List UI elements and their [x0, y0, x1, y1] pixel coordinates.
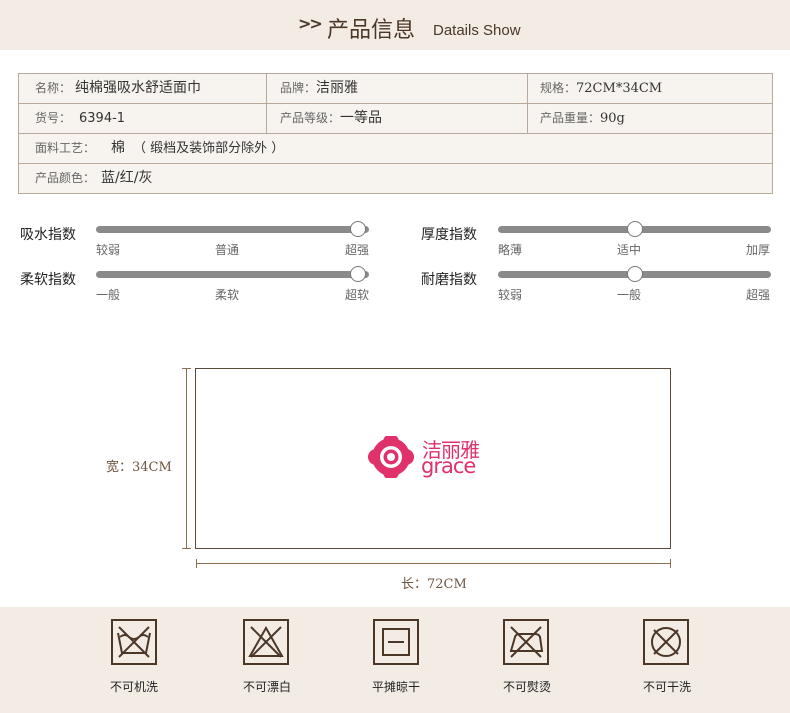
color-blue-value: 蓝	[101, 170, 116, 186]
table-row: 名称： 纯棉强吸水舒适面巾 品牌：洁丽雅 规格：72CM*34CM	[19, 74, 772, 104]
no-iron-icon	[503, 619, 549, 665]
weight-cell: 产品重量：90g	[540, 104, 625, 133]
grade-label: 产品等级：	[280, 111, 341, 125]
thickness-label: 厚度指数	[421, 227, 477, 243]
care-label: 不可熨烫	[502, 680, 551, 694]
care-label: 不可漂白	[242, 680, 291, 694]
width-dimension-cap	[182, 548, 191, 549]
durability-label: 耐磨指数	[421, 272, 477, 288]
softness-label: 柔软指数	[20, 272, 76, 288]
thickness-tick-low: 略薄	[498, 243, 523, 257]
thickness-tick-mid: 适中	[617, 243, 642, 257]
name-cell: 名称： 纯棉强吸水舒适面巾	[35, 74, 201, 103]
no-bleach-icon	[243, 619, 289, 665]
header-title: 产品信息	[327, 18, 416, 43]
fabric-cell: 面料工艺： 棉 （ 缎档及装饰部分除外 ）	[35, 134, 284, 163]
length-dimension-cap	[670, 559, 671, 568]
grade-cell: 产品等级：一等品	[280, 104, 382, 133]
spec-cell: 规格：72CM*34CM	[540, 74, 662, 103]
header-arrows: >>	[298, 14, 323, 33]
absorb-label: 吸水指数	[20, 227, 76, 243]
color-cell: 产品颜色： 蓝/红/灰	[35, 164, 152, 193]
dry-flat-icon	[373, 619, 419, 665]
table-row: 面料工艺： 棉 （ 缎档及装饰部分除外 ）	[19, 134, 772, 164]
care-label: 不可干洗	[642, 680, 691, 694]
durability-tick-low: 较弱	[498, 288, 523, 302]
weight-value: 90g	[600, 111, 625, 126]
color-label: 产品颜色：	[35, 171, 96, 185]
table-row: 货号： 6394-1 产品等级：一等品 产品重量：90g	[19, 104, 772, 134]
length-dimension-line	[196, 563, 671, 564]
brand-cell: 品牌：洁丽雅	[280, 74, 358, 103]
no-dry-clean-icon	[643, 619, 689, 665]
spec-value: 72CM*34CM	[576, 81, 663, 96]
weight-label: 产品重量：	[540, 111, 601, 125]
sku-cell: 货号： 6394-1	[35, 104, 125, 133]
thickness-tick-high: 加厚	[746, 243, 771, 257]
no-machine-wash-icon	[111, 619, 157, 665]
length-label: 长：	[401, 577, 428, 592]
table-row: 产品颜色： 蓝/红/灰	[19, 164, 772, 194]
name-label: 名称：	[35, 81, 72, 95]
care-label: 平摊晾干	[371, 680, 420, 694]
width-value: 34CM	[132, 460, 172, 475]
care-label: 不可机洗	[109, 680, 158, 694]
section-header: >> 产品信息 Datails Show	[0, 0, 790, 50]
softness-track	[96, 271, 369, 278]
durability-knob	[626, 266, 643, 282]
length-dimension-label: 长：72CM	[401, 573, 467, 592]
sku-value: 6394-1	[79, 111, 126, 126]
care-instructions: 不可机洗 不可漂白 平摊晾干 不可熨烫 不可干洗	[0, 607, 790, 713]
product-info-table: 名称： 纯棉强吸水舒适面巾 品牌：洁丽雅 规格：72CM*34CM 货号： 6394…	[18, 73, 773, 194]
width-dimension-cap	[182, 368, 191, 369]
absorb-tick-high: 超强	[345, 243, 370, 257]
sku-label: 货号：	[35, 111, 72, 125]
length-value: 72CM	[427, 577, 467, 592]
flower-logo-icon	[368, 436, 414, 478]
width-dimension-line	[186, 368, 187, 549]
grade-value: 一等品	[340, 110, 383, 126]
fabric-value: 棉	[111, 140, 126, 156]
softness-tick-high: 超软	[345, 288, 370, 302]
absorb-tick-mid: 普通	[215, 243, 240, 257]
absorb-track	[96, 226, 369, 233]
width-label: 宽：	[106, 460, 133, 475]
header-subtitle: Datails Show	[433, 22, 521, 39]
brand-label: 品牌：	[280, 81, 317, 95]
softness-knob	[350, 266, 366, 282]
durability-tick-mid: 一般	[617, 288, 642, 302]
softness-tick-low: 一般	[96, 288, 121, 302]
color-rest-value: /红/灰	[115, 170, 153, 186]
softness-tick-mid: 柔软	[215, 288, 240, 302]
absorb-knob	[350, 221, 366, 237]
fabric-label: 面料工艺：	[35, 141, 96, 155]
fabric-note: （ 缎档及装饰部分除外 ）	[133, 141, 285, 156]
thickness-knob	[626, 221, 643, 237]
absorb-tick-low: 较弱	[96, 243, 121, 257]
length-dimension-cap	[196, 559, 197, 568]
width-dimension-label: 宽：34CM	[106, 456, 172, 475]
spec-label: 规格：	[540, 81, 577, 95]
name-value: 纯棉强吸水舒适面巾	[75, 80, 202, 96]
durability-tick-high: 超强	[746, 288, 771, 302]
brand-value: 洁丽雅	[316, 80, 359, 96]
brand-logo-en: grace	[421, 454, 476, 478]
